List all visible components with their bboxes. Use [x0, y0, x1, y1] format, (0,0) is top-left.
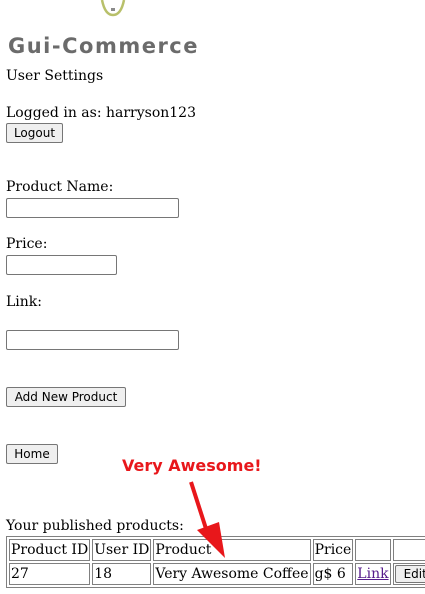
price-label: Price: — [6, 236, 48, 252]
edit-cell: Edit — [392, 563, 425, 585]
edit-button[interactable]: Edit — [394, 565, 425, 583]
page-heading: User Settings — [6, 68, 104, 84]
price-cell: g$ 6 — [312, 563, 354, 585]
product-name-input[interactable] — [6, 198, 179, 218]
product-id-cell: 27 — [9, 563, 91, 585]
products-caption: Your published products: — [6, 518, 184, 534]
link-cell: Link — [355, 563, 391, 585]
home-button[interactable]: Home — [6, 444, 58, 464]
product-link[interactable]: Link — [357, 566, 388, 582]
column-header — [392, 539, 425, 561]
link-label: Link: — [6, 294, 42, 310]
logout-button[interactable]: Logout — [6, 123, 63, 143]
link-input[interactable] — [6, 330, 179, 350]
logo-icon — [100, 0, 126, 17]
price-input[interactable] — [6, 255, 117, 275]
column-header: Price — [312, 539, 354, 561]
logged-in-text: Logged in as: harryson123 — [6, 105, 196, 121]
logo-text: Gui-Commerce — [8, 34, 199, 58]
product-name-label: Product Name: — [6, 179, 114, 195]
annotation-arrow-icon — [189, 481, 225, 558]
add-product-button[interactable]: Add New Product — [6, 387, 126, 407]
column-header: Product ID — [9, 539, 91, 561]
user-id-cell: 18 — [92, 563, 152, 585]
annotation-text: Very Awesome! — [122, 456, 262, 475]
column-header — [355, 539, 391, 561]
table-row: 27 18 Very Awesome Coffee g$ 6 Link Edit — [9, 563, 425, 585]
column-header: User ID — [92, 539, 152, 561]
product-name-cell: Very Awesome Coffee — [153, 563, 311, 585]
